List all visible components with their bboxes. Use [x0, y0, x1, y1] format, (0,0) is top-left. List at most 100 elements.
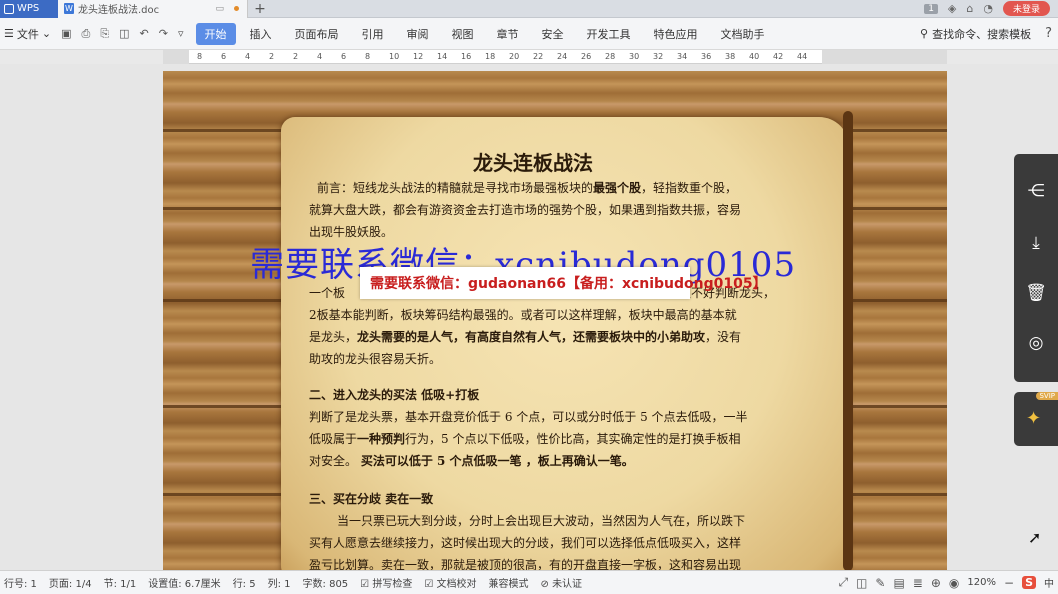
- ruler-tick-label: 44: [797, 52, 808, 61]
- wps-tab-label: WPS: [17, 3, 40, 14]
- print-preview-icon[interactable]: ◫: [119, 27, 129, 41]
- tab-security[interactable]: 安全: [533, 23, 573, 45]
- watermark-banner: 需要联系微信：gudaonan66【备用：xcnibudong0105】: [360, 267, 767, 299]
- document-page[interactable]: 龙头连板战法 前言：短线龙头战法的精髓就是寻找市场最强板块的最强个股，轻指数重个…: [163, 71, 947, 570]
- sogou-ime-icon[interactable]: S: [1022, 576, 1036, 589]
- search-icon: ⚲: [920, 27, 929, 40]
- pin-panel[interactable]: SVIP ✦: [1014, 392, 1058, 446]
- web-view-icon[interactable]: ⊕: [931, 576, 941, 590]
- word-count[interactable]: 字数: 805: [303, 575, 349, 590]
- trash-icon[interactable]: 🗑: [1025, 282, 1047, 304]
- ruler-tick-label: 18: [485, 52, 496, 61]
- cert-status[interactable]: ⊘ 未认证: [540, 575, 582, 590]
- column-position: 列: 1: [267, 579, 291, 590]
- ruler-tick-label: 36: [701, 52, 712, 61]
- paragraph-line: 前言：短线龙头战法的精髓就是寻找市场最强板块的最强个股，轻指数重个股，: [317, 181, 738, 195]
- zoom-level[interactable]: 120%: [967, 577, 996, 588]
- tab-special-apps[interactable]: 特色应用: [645, 23, 707, 45]
- zoom-out-icon[interactable]: −: [1004, 576, 1014, 590]
- ruler-tick-label: 40: [749, 52, 760, 61]
- ruler-tick-label: 12: [413, 52, 424, 61]
- watermark-banner-text: 需要联系微信：gudaonan66【备用：xcnibudong0105】: [370, 276, 767, 292]
- page-count[interactable]: 页面: 1/4: [49, 575, 92, 590]
- compat-mode: 兼容模式: [488, 579, 529, 590]
- tab-references[interactable]: 引用: [353, 23, 393, 45]
- print-icon[interactable]: ⎘: [100, 27, 109, 41]
- ime-language[interactable]: 中: [1044, 575, 1054, 590]
- doc-proof-button[interactable]: ☑ 文档校对: [424, 575, 476, 590]
- download-icon[interactable]: ⤓: [1025, 232, 1047, 254]
- window-count-badge[interactable]: 1: [924, 3, 938, 14]
- new-tab-button[interactable]: +: [248, 1, 272, 17]
- ruler-tick-label: 26: [581, 52, 592, 61]
- tab-section[interactable]: 章节: [488, 23, 528, 45]
- setting-value: 设置值: 6.7厘米: [148, 579, 221, 590]
- ruler-tick-label: 32: [653, 52, 664, 61]
- ruler-right-margin: [822, 50, 947, 64]
- page-view-icon[interactable]: ▤: [893, 576, 904, 590]
- tab-home[interactable]: 开始: [195, 22, 236, 45]
- ruler-tick-label: 2: [269, 52, 275, 61]
- paragraph-line: 低吸属于一种预判行为，5 个点以下低吸，性价比高，其实确定性的是打换手板相: [309, 432, 741, 446]
- tab-view[interactable]: 视图: [443, 23, 483, 45]
- bell-icon[interactable]: ◔: [983, 2, 993, 15]
- pin-icon: ✦: [1026, 408, 1042, 429]
- tab-review[interactable]: 审阅: [398, 23, 438, 45]
- ruler-tick-label: 38: [725, 52, 736, 61]
- save-icon[interactable]: ▣: [61, 27, 71, 41]
- ruler-tick-label: 2: [293, 52, 299, 61]
- section-count: 节: 1/1: [103, 579, 137, 590]
- spell-check-button[interactable]: ☑ 拼写检查: [360, 575, 412, 590]
- fullscreen-icon[interactable]: ⤢: [838, 575, 848, 590]
- ruler-tick-label: 6: [341, 52, 347, 61]
- pen-icon[interactable]: ✎: [875, 576, 885, 590]
- paragraph-line: 判断了是龙头票，基本开盘竞价低于 6 个点，可以或分时低于 5 个点去低吸，一半: [309, 410, 748, 424]
- menu-bar: ☰ 文件 ⌄ ▣ ⎙ ⎘ ◫ ↶ ↷ ▿ 开始 插入 页面布局 引用 审阅 视图…: [0, 18, 1058, 50]
- tab-developer[interactable]: 开发工具: [578, 23, 640, 45]
- eye-protect-icon[interactable]: ◉: [949, 576, 959, 590]
- login-button[interactable]: 未登录: [1002, 1, 1050, 16]
- ruler-tick-label: 10: [389, 52, 400, 61]
- ruler-tick-label: 4: [317, 52, 323, 61]
- document-area[interactable]: 龙头连板战法 前言：短线龙头战法的精髓就是寻找市场最强板块的最强个股，轻指数重个…: [0, 64, 1058, 570]
- tab-doc-assistant[interactable]: 文档助手: [712, 23, 774, 45]
- paragraph-line: 当一只票已玩大到分歧，分时上会出现巨大波动，当然因为人气在，所以跌下: [337, 514, 746, 528]
- tab-page-layout[interactable]: 页面布局: [286, 23, 348, 45]
- read-mode-icon[interactable]: ◫: [856, 576, 867, 590]
- skin-icon[interactable]: ◈: [948, 2, 956, 15]
- export-pdf-icon[interactable]: ⎙: [82, 27, 91, 41]
- ruler-tick-label: 6: [221, 52, 227, 61]
- ruler-tick-label: 4: [245, 52, 251, 61]
- title-bar: WPS W 龙头连板战法.doc ▭ + 1 ◈ ⌂ ◔ 未登录: [0, 0, 1058, 18]
- document-tab-label: 龙头连板战法.doc: [78, 5, 160, 16]
- section-heading: 三、买在分歧 卖在一致: [309, 492, 434, 506]
- command-search[interactable]: ⚲ 查找命令、搜索模板: [920, 26, 1031, 42]
- row-position: 行: 5: [232, 579, 256, 590]
- parchment-edge: [843, 111, 853, 570]
- file-menu[interactable]: ☰ 文件 ⌄: [4, 26, 51, 42]
- document-tab[interactable]: W 龙头连板战法.doc ▭: [58, 0, 248, 18]
- line-number: 行号: 1: [4, 579, 37, 590]
- paragraph-line: 助攻的龙头很容易夭折。: [309, 352, 442, 366]
- shirt-icon[interactable]: ⌂: [966, 2, 973, 15]
- quick-access-toolbar: ▣ ⎙ ⎘ ◫ ↶ ↷ ▿: [61, 27, 183, 41]
- help-button[interactable]: ?: [1045, 26, 1052, 41]
- share-icon[interactable]: ⋲: [1025, 180, 1047, 202]
- chevron-down-icon: ⌄: [41, 27, 52, 40]
- customize-icon[interactable]: ▿: [178, 27, 184, 41]
- undo-icon[interactable]: ↶: [140, 27, 149, 41]
- tab-insert[interactable]: 插入: [241, 23, 281, 45]
- redo-icon[interactable]: ↷: [159, 27, 168, 41]
- ruler-tick-label: 24: [557, 52, 568, 61]
- outline-view-icon[interactable]: ≣: [913, 576, 923, 590]
- ruler-tick-label: 42: [773, 52, 784, 61]
- proof-icon: ☑: [424, 579, 434, 590]
- ruler-tick-label: 34: [677, 52, 688, 61]
- target-icon[interactable]: ◎: [1025, 332, 1047, 354]
- wps-home-tab[interactable]: WPS: [0, 0, 58, 18]
- ruler-tick-label: 16: [461, 52, 472, 61]
- tab-window-icon[interactable]: ▭: [215, 4, 224, 14]
- file-menu-label: 文件: [16, 27, 39, 41]
- spell-check-icon: ☑: [360, 579, 370, 590]
- ruler-tick-label: 8: [197, 52, 203, 61]
